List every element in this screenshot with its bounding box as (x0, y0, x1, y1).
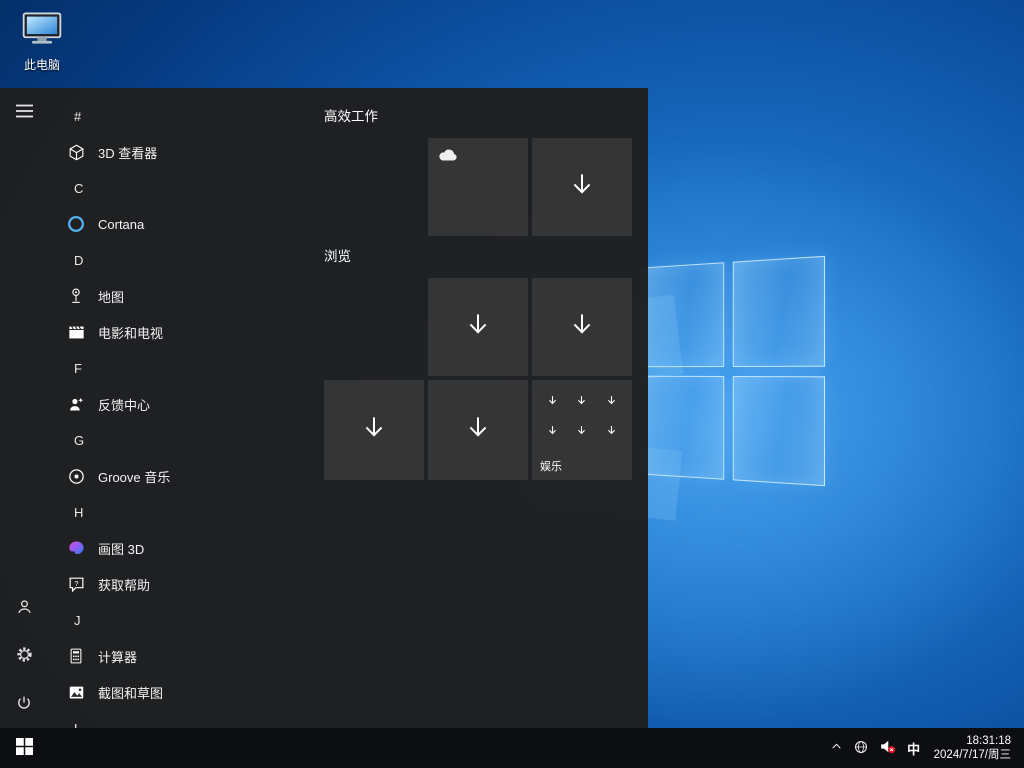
computer-monitor-icon (20, 10, 64, 53)
start-button[interactable] (0, 728, 48, 768)
download-arrow-icon (546, 424, 559, 442)
ime-indicator[interactable]: 中 (901, 728, 927, 768)
taskbar: 中 18:31:18 2024/7/17/周三 (0, 728, 1024, 768)
windows-logo (632, 262, 842, 497)
download-arrow-icon (575, 394, 588, 412)
desktop-icon-this-pc[interactable]: 此电脑 (12, 10, 72, 73)
download-arrow-icon (546, 394, 559, 412)
download-arrow-icon (605, 394, 618, 412)
windows-logo-pane (732, 376, 825, 487)
clock-time: 18:31:18 (934, 734, 1011, 748)
tile-pending-download[interactable] (532, 138, 632, 236)
windows-logo-pane (641, 375, 724, 479)
chevron-up-icon (830, 740, 843, 756)
desktop-icon-label: 此电脑 (24, 56, 60, 73)
windows-flag-icon (16, 738, 33, 758)
tiles-area: 高效工作 浏览 (0, 88, 648, 728)
download-arrow-icon (566, 309, 598, 346)
system-tray: 中 18:31:18 2024/7/17/周三 (825, 728, 1024, 768)
volume-muted-icon (878, 737, 897, 759)
globe-icon (853, 739, 869, 758)
download-arrow-icon (605, 424, 618, 442)
tile-group-title-explore[interactable]: 浏览 (324, 248, 351, 266)
download-arrow-icon (462, 309, 494, 346)
taskbar-clock[interactable]: 18:31:18 2024/7/17/周三 (927, 734, 1020, 762)
tray-overflow-button[interactable] (825, 728, 849, 768)
tile-pending-download[interactable] (428, 278, 528, 376)
windows-logo-pane (732, 256, 825, 367)
download-arrow-icon (462, 412, 494, 449)
tile-folder-label: 娱乐 (540, 458, 562, 474)
tile-group-title-productivity[interactable]: 高效工作 (324, 108, 378, 126)
tile-folder-entertainment[interactable]: 娱乐 (532, 380, 632, 480)
tile-folder-preview (532, 380, 632, 448)
tile-pending-download[interactable] (428, 380, 528, 480)
clock-date: 2024/7/17/周三 (934, 748, 1011, 762)
windows-logo-pane (641, 262, 724, 366)
download-arrow-icon (566, 169, 598, 206)
cloud-icon (437, 147, 459, 167)
network-status-button[interactable] (849, 728, 874, 768)
tile-onedrive[interactable] (428, 138, 528, 236)
download-arrow-icon (575, 424, 588, 442)
start-menu: # 3D 查看器 C Cortana D 地图 电影和电视 (0, 88, 648, 728)
tile-pending-download[interactable] (532, 278, 632, 376)
download-arrow-icon (358, 412, 390, 449)
volume-button[interactable] (874, 728, 901, 768)
tile-pending-download[interactable] (324, 380, 424, 480)
